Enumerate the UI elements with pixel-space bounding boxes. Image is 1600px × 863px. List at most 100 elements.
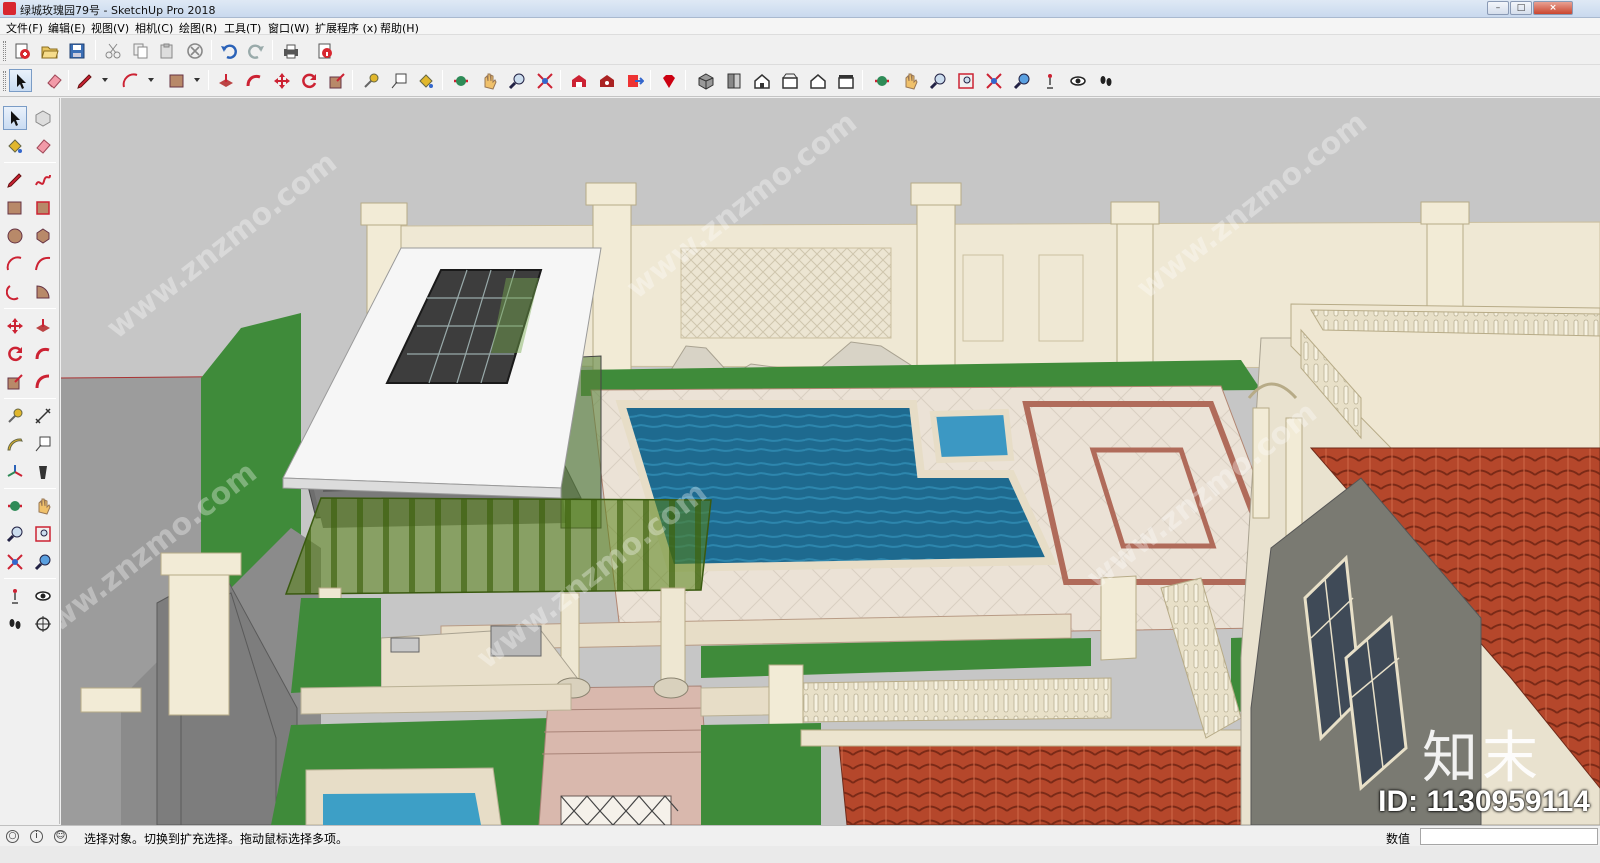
undo-icon[interactable] <box>217 39 240 62</box>
zoom-icon[interactable] <box>3 522 27 546</box>
zoom-extents-icon[interactable] <box>3 550 27 574</box>
scale-icon[interactable] <box>3 370 27 394</box>
orbit-icon[interactable] <box>3 494 27 518</box>
left-view-icon[interactable] <box>834 69 857 92</box>
rotate-icon[interactable] <box>3 342 27 366</box>
save-icon[interactable] <box>65 39 88 62</box>
paint-bucket-icon[interactable] <box>414 69 437 92</box>
paste-icon[interactable] <box>155 39 178 62</box>
polygon-icon[interactable] <box>31 224 55 248</box>
user-icon[interactable]: ☺ <box>54 830 67 843</box>
push-pull-icon[interactable] <box>214 69 237 92</box>
two-point-arc-icon[interactable] <box>31 252 55 276</box>
scale-icon[interactable] <box>325 69 348 92</box>
model-viewport[interactable]: www.znzmo.com www.znzmo.com www.znzmo.co… <box>61 98 1600 825</box>
menu-view[interactable]: 视图(V) <box>91 20 129 36</box>
menu-tools[interactable]: 工具(T) <box>224 20 261 36</box>
top-view-icon[interactable] <box>722 69 745 92</box>
section-plane-icon[interactable] <box>31 612 55 636</box>
push-pull-icon[interactable] <box>31 314 55 338</box>
tape-measure-icon[interactable] <box>3 404 27 428</box>
zoom-window-icon[interactable] <box>31 522 55 546</box>
menu-file[interactable]: 文件(F) <box>6 20 43 36</box>
maximize-button[interactable]: □ <box>1510 1 1532 15</box>
pan-icon-2[interactable] <box>898 69 921 92</box>
rectangle-icon[interactable] <box>165 69 188 92</box>
freehand-icon[interactable] <box>31 168 55 192</box>
zoom-icon[interactable] <box>505 69 528 92</box>
measurements-input[interactable] <box>1420 828 1598 845</box>
close-button[interactable]: × <box>1533 1 1573 15</box>
orbit-icon-2[interactable] <box>870 69 893 92</box>
pan-icon[interactable] <box>477 69 500 92</box>
pan-icon[interactable] <box>31 494 55 518</box>
zoom-extents-icon[interactable] <box>533 69 556 92</box>
open-icon[interactable] <box>38 39 61 62</box>
menu-edit[interactable]: 编辑(E) <box>48 20 86 36</box>
paint-bucket-icon[interactable] <box>3 134 27 158</box>
circle-icon[interactable] <box>3 224 27 248</box>
print-icon[interactable] <box>279 39 302 62</box>
move-icon[interactable] <box>3 314 27 338</box>
arc-icon[interactable] <box>119 69 142 92</box>
rotate-icon[interactable] <box>297 69 320 92</box>
redo-icon[interactable] <box>244 39 267 62</box>
eraser-icon[interactable] <box>42 69 65 92</box>
arc-icon[interactable] <box>3 252 27 276</box>
new-model-icon[interactable] <box>10 39 33 62</box>
ruby-console-icon[interactable] <box>657 69 680 92</box>
menu-window[interactable]: 窗口(W) <box>268 20 309 36</box>
look-around-icon[interactable] <box>31 584 55 608</box>
select-icon[interactable] <box>9 69 32 92</box>
menu-camera[interactable]: 相机(C) <box>135 20 173 36</box>
minimize-button[interactable]: – <box>1487 1 1509 15</box>
copy-icon[interactable] <box>128 39 151 62</box>
move-icon[interactable] <box>270 69 293 92</box>
line-icon[interactable] <box>3 168 27 192</box>
eraser-icon[interactable] <box>31 134 55 158</box>
walk-icon[interactable] <box>1094 69 1117 92</box>
orbit-icon[interactable] <box>449 69 472 92</box>
pie-icon[interactable] <box>31 280 55 304</box>
make-component-icon[interactable] <box>31 106 55 130</box>
walk-icon[interactable] <box>3 612 27 636</box>
pencil-line-icon[interactable] <box>73 69 96 92</box>
extension-warehouse-icon[interactable] <box>595 69 618 92</box>
warehouse-icon[interactable] <box>567 69 590 92</box>
menu-help[interactable]: 帮助(H) <box>380 20 419 36</box>
right-view-icon[interactable] <box>778 69 801 92</box>
axes-icon[interactable] <box>3 460 27 484</box>
rectangle-icon[interactable] <box>3 196 27 220</box>
rotated-rectangle-icon[interactable] <box>31 196 55 220</box>
back-view-icon[interactable] <box>806 69 829 92</box>
menu-extensions[interactable]: 扩展程序 (x) <box>315 20 378 36</box>
erase-icon[interactable] <box>183 39 206 62</box>
position-camera-icon[interactable] <box>3 584 27 608</box>
3d-text-icon[interactable] <box>31 460 55 484</box>
credits-icon[interactable]: i <box>30 830 43 843</box>
tape-measure-icon[interactable] <box>359 69 382 92</box>
previous-icon[interactable] <box>31 550 55 574</box>
menu-draw[interactable]: 绘图(R) <box>179 20 217 36</box>
zoom-icon-2[interactable] <box>926 69 949 92</box>
three-point-arc-icon[interactable] <box>3 280 27 304</box>
select-icon[interactable] <box>3 106 27 130</box>
offset-icon[interactable] <box>31 370 55 394</box>
send-to-layout-icon[interactable] <box>623 69 646 92</box>
toolbar-grip[interactable] <box>3 41 6 61</box>
protractor-icon[interactable] <box>3 432 27 456</box>
position-camera-icon[interactable] <box>1038 69 1061 92</box>
iso-view-icon[interactable] <box>694 69 717 92</box>
text-icon[interactable] <box>31 432 55 456</box>
follow-me-icon[interactable] <box>242 69 265 92</box>
cut-icon[interactable] <box>101 39 124 62</box>
previous-view-icon[interactable] <box>1010 69 1033 92</box>
front-view-icon[interactable] <box>750 69 773 92</box>
model-info-icon[interactable] <box>313 39 336 62</box>
look-around-icon[interactable] <box>1066 69 1089 92</box>
text-icon[interactable] <box>387 69 410 92</box>
zoom-window-icon[interactable] <box>954 69 977 92</box>
zoom-extents-icon-2[interactable] <box>982 69 1005 92</box>
follow-me-icon[interactable] <box>31 342 55 366</box>
geo-location-icon[interactable]: ○ <box>6 830 19 843</box>
